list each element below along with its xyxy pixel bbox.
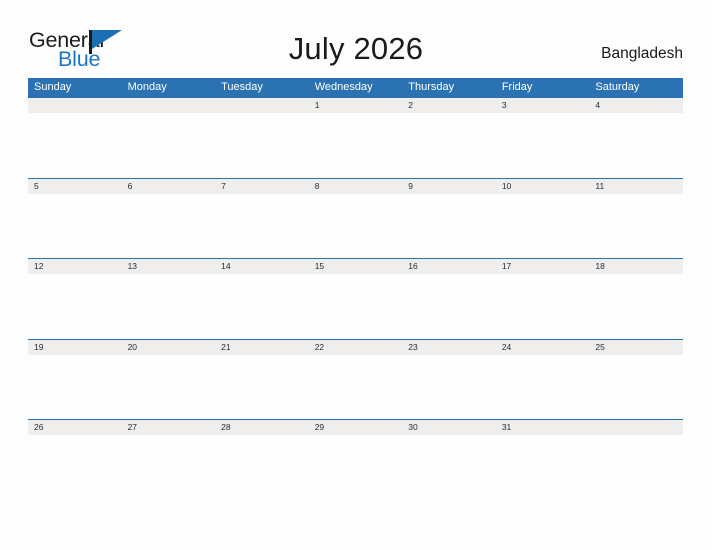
day-cell[interactable] <box>122 98 216 113</box>
day-cell[interactable]: 29 <box>309 420 403 435</box>
day-cell[interactable]: 8 <box>309 179 403 194</box>
day-cell[interactable] <box>215 98 309 113</box>
day-cell[interactable]: 23 <box>402 340 496 355</box>
day-cell[interactable]: 20 <box>122 340 216 355</box>
week-notes-area[interactable] <box>28 274 683 338</box>
country-label: Bangladesh <box>601 45 683 62</box>
weekday-header-wednesday: Wednesday <box>314 81 373 93</box>
day-cell[interactable]: 26 <box>28 420 122 435</box>
day-cell[interactable]: 3 <box>496 98 590 113</box>
day-cell[interactable]: 6 <box>122 179 216 194</box>
week-notes-area[interactable] <box>28 193 683 258</box>
week-date-band: 26 27 28 29 30 31 <box>28 419 683 435</box>
week-row: 26 27 28 29 30 31 <box>28 419 683 500</box>
weekday-header-thursday: Thursday <box>408 81 455 93</box>
weekday-header-monday: Monday <box>127 81 167 93</box>
day-cell[interactable]: 5 <box>28 179 122 194</box>
day-cell[interactable]: 25 <box>589 340 683 355</box>
page-header: General Blue July 2026 Bangladesh <box>0 0 712 76</box>
weekday-header-sunday: Sunday <box>34 81 72 93</box>
day-cell[interactable]: 30 <box>402 420 496 435</box>
week-row: 19 20 21 22 23 24 25 <box>28 338 683 420</box>
week-date-band: 5 6 7 8 9 10 11 <box>28 177 683 194</box>
week-row: 12 13 14 15 16 17 18 <box>28 258 683 339</box>
day-cell[interactable]: 27 <box>122 420 216 435</box>
week-date-band: 19 20 21 22 23 24 25 <box>28 338 683 355</box>
day-cell[interactable]: 9 <box>402 179 496 194</box>
day-cell[interactable] <box>589 420 683 435</box>
week-notes-area[interactable] <box>28 113 683 177</box>
week-date-band: 1 2 3 4 <box>28 97 683 113</box>
week-notes-area[interactable] <box>28 354 683 419</box>
day-cell[interactable]: 1 <box>309 98 403 113</box>
day-cell[interactable]: 31 <box>496 420 590 435</box>
day-cell[interactable]: 13 <box>122 259 216 274</box>
weekday-header-saturday: Saturday <box>595 81 640 93</box>
day-cell[interactable]: 11 <box>589 179 683 194</box>
week-notes-area[interactable] <box>28 435 683 499</box>
day-cell[interactable]: 14 <box>215 259 309 274</box>
day-cell[interactable]: 7 <box>215 179 309 194</box>
day-cell[interactable]: 24 <box>496 340 590 355</box>
weekday-header-tuesday: Tuesday <box>221 81 263 93</box>
week-row: 5 6 7 8 9 10 11 <box>28 177 683 259</box>
weekday-header-row: Sunday Monday Tuesday Wednesday Thursday… <box>28 78 683 97</box>
day-cell[interactable]: 17 <box>496 259 590 274</box>
day-cell[interactable]: 4 <box>589 98 683 113</box>
day-cell[interactable]: 10 <box>496 179 590 194</box>
day-cell[interactable]: 12 <box>28 259 122 274</box>
day-cell[interactable]: 28 <box>215 420 309 435</box>
week-row: 1 2 3 4 <box>28 97 683 178</box>
day-cell[interactable]: 22 <box>309 340 403 355</box>
day-cell[interactable]: 21 <box>215 340 309 355</box>
day-cell[interactable] <box>28 98 122 113</box>
calendar-grid: Sunday Monday Tuesday Wednesday Thursday… <box>28 78 683 500</box>
day-cell[interactable]: 19 <box>28 340 122 355</box>
calendar-page: General Blue July 2026 Bangladesh Sunday… <box>0 0 712 550</box>
day-cell[interactable]: 2 <box>402 98 496 113</box>
weekday-header-friday: Friday <box>501 81 533 93</box>
day-cell[interactable]: 15 <box>309 259 403 274</box>
week-date-band: 12 13 14 15 16 17 18 <box>28 258 683 274</box>
day-cell[interactable]: 16 <box>402 259 496 274</box>
day-cell[interactable]: 18 <box>589 259 683 274</box>
